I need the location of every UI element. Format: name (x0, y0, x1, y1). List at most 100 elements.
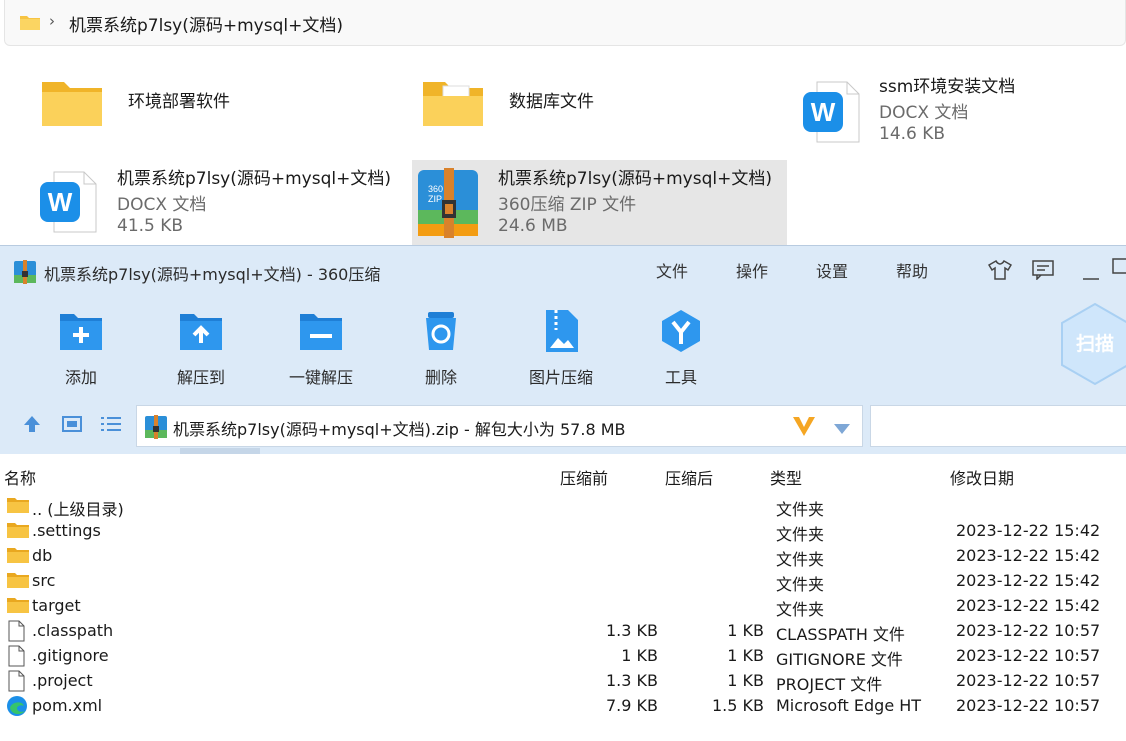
svg-text:W: W (48, 187, 73, 217)
add-button[interactable]: 添加 (31, 308, 131, 388)
skin-shirt-icon[interactable] (987, 259, 1013, 284)
up-arrow-icon[interactable] (22, 414, 42, 438)
zip-archive-icon: 360 ZIP (418, 166, 478, 244)
tile-name: 环境部署软件 (128, 92, 230, 112)
path-tab-indicator (180, 448, 260, 454)
row-name: pom.xml (32, 696, 103, 715)
col-name[interactable]: 名称 (4, 465, 36, 489)
row-date: 2023-12-22 10:57 (956, 646, 1101, 665)
table-row[interactable]: .gitignore 1 KB 1 KB GITIGNORE 文件 2023-1… (0, 643, 1126, 669)
navigation-bar: 机票系统p7lsy(源码+mysql+文档).zip - 解包大小为 57.8 … (0, 396, 1126, 454)
tile-ssm-doc[interactable]: W ssm环境安装文档 DOCX 文档 14.6 KB (775, 60, 1126, 144)
vip-v-icon[interactable] (791, 414, 817, 442)
row-after: 1 KB (727, 671, 764, 690)
search-input[interactable] (870, 405, 1126, 447)
maximize-icon[interactable] (1112, 258, 1126, 278)
table-row[interactable]: db 文件夹 2023-12-22 15:42 (0, 543, 1126, 569)
list-view-icon[interactable] (100, 414, 122, 438)
svg-text:W: W (811, 97, 836, 127)
folder-icon (6, 570, 30, 594)
row-before: 1.3 KB (606, 621, 658, 640)
tile-zip-archive[interactable]: 360 ZIP 机票系统p7lsy(源码+mysql+文档) 360压缩 ZIP … (412, 160, 787, 245)
tile-docx[interactable]: W 机票系统p7lsy(源码+mysql+文档) DOCX 文档 41.5 KB (12, 152, 402, 244)
address-bar[interactable]: › 机票系统p7lsy(源码+mysql+文档) (4, 0, 1126, 46)
table-row[interactable]: .project 1.3 KB 1 KB PROJECT 文件 2023-12-… (0, 668, 1126, 694)
menu-file[interactable]: 文件 (656, 258, 688, 282)
menu-operations[interactable]: 操作 (736, 258, 768, 282)
col-type[interactable]: 类型 (770, 465, 802, 489)
col-modified[interactable]: 修改日期 (950, 465, 1014, 489)
word-doc-icon: W (803, 80, 861, 148)
row-name: src (32, 571, 56, 590)
image-compress-label: 图片压缩 (528, 368, 593, 387)
one-click-extract-label: 一键解压 (288, 368, 353, 387)
image-compress-button[interactable]: 图片压缩 (511, 308, 611, 388)
row-name: .settings (32, 521, 101, 540)
folder-icon (19, 13, 41, 35)
folder-with-docs-icon (421, 76, 485, 132)
tile-type: DOCX 文档 (879, 103, 969, 123)
col-after[interactable]: 压缩后 (665, 465, 713, 489)
title-bar: 机票系统p7lsy(源码+mysql+文档) - 360压缩 文件 操作 设置 … (0, 246, 1126, 296)
tile-env-software[interactable]: 环境部署软件 (12, 60, 392, 144)
extract-to-button[interactable]: 解压到 (151, 308, 251, 388)
tile-name: 数据库文件 (509, 92, 594, 112)
menu-help[interactable]: 帮助 (896, 258, 928, 282)
tools-button[interactable]: 工具 (631, 308, 731, 388)
extract-to-label: 解压到 (176, 368, 225, 387)
thumbnail-view-icon[interactable] (62, 414, 82, 438)
zip-archive-icon (145, 415, 167, 443)
zip-app-icon (14, 260, 36, 288)
folder-icon (6, 495, 30, 519)
table-row[interactable]: .. (上级目录) 文件夹 (0, 493, 1126, 519)
row-name: .project (32, 671, 93, 690)
image-file-icon (538, 308, 584, 354)
row-name: db (32, 546, 53, 565)
feedback-icon[interactable] (1032, 260, 1054, 284)
row-date: 2023-12-22 10:57 (956, 696, 1101, 715)
file-list: .. (上级目录) 文件夹 .settings 文件夹 2023-12-22 1… (0, 493, 1126, 718)
row-type: CLASSPATH 文件 (776, 625, 905, 644)
dropdown-arrow-icon[interactable] (833, 420, 851, 439)
tile-size: 14.6 KB (879, 124, 946, 144)
breadcrumb[interactable]: 机票系统p7lsy(源码+mysql+文档) (69, 11, 343, 36)
table-row[interactable]: src 文件夹 2023-12-22 15:42 (0, 568, 1126, 594)
row-date: 2023-12-22 15:42 (956, 521, 1101, 540)
window-title: 机票系统p7lsy(源码+mysql+文档) - 360压缩 (44, 265, 381, 284)
table-row[interactable]: pom.xml 7.9 KB 1.5 KB Microsoft Edge HT … (0, 693, 1126, 718)
toolbar: 添加 解压到 一键解压 删除 图片压缩 工具 扫描 (0, 296, 1126, 396)
one-click-extract-button[interactable]: 一键解压 (271, 308, 371, 388)
menu-settings[interactable]: 设置 (816, 258, 848, 282)
tile-type: 360压缩 ZIP 文件 (498, 195, 637, 215)
row-type: 文件夹 (776, 500, 825, 519)
recycle-bin-icon (418, 308, 464, 354)
minimize-icon[interactable] (1082, 266, 1100, 285)
one-click-folder-icon (298, 308, 344, 354)
chevron-right-icon: › (49, 12, 55, 30)
folder-icon (40, 76, 104, 132)
row-name: .. (上级目录) (32, 500, 124, 519)
tile-database-files[interactable]: 数据库文件 (393, 60, 773, 144)
edge-icon (6, 695, 28, 721)
row-type: Microsoft Edge HT (776, 696, 922, 715)
folder-icon (6, 545, 30, 569)
tile-type: DOCX 文档 (117, 195, 207, 215)
table-row[interactable]: target 文件夹 2023-12-22 15:42 (0, 593, 1126, 619)
tile-name: 机票系统p7lsy(源码+mysql+文档) (498, 169, 772, 189)
col-before[interactable]: 压缩前 (560, 465, 608, 489)
row-date: 2023-12-22 15:42 (956, 596, 1101, 615)
row-after: 1.5 KB (712, 696, 764, 715)
column-header: 名称 压缩前 压缩后 类型 修改日期 (0, 461, 1126, 489)
scan-button[interactable]: 扫描 (1060, 302, 1126, 390)
table-row[interactable]: .classpath 1.3 KB 1 KB CLASSPATH 文件 2023… (0, 618, 1126, 644)
tile-name: ssm环境安装文档 (879, 77, 1016, 97)
row-name: .gitignore (32, 646, 109, 665)
table-row[interactable]: .settings 文件夹 2023-12-22 15:42 (0, 518, 1126, 544)
delete-button[interactable]: 删除 (391, 308, 491, 388)
tile-size: 24.6 MB (498, 216, 568, 236)
archive-path-field[interactable]: 机票系统p7lsy(源码+mysql+文档).zip - 解包大小为 57.8 … (136, 405, 863, 447)
row-before: 1 KB (621, 646, 658, 665)
svg-text:360: 360 (428, 184, 443, 194)
folder-icon (6, 520, 30, 544)
row-name: target (32, 596, 81, 615)
